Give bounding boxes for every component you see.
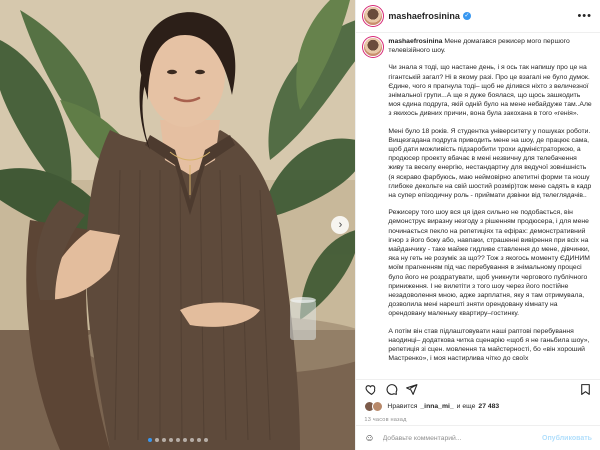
comment-input[interactable] <box>380 433 542 443</box>
caption-paragraph: Режисеру того шоу вся ця ідея сильно не … <box>388 208 592 318</box>
verified-badge-icon: ✓ <box>462 12 471 20</box>
avatar <box>372 400 384 412</box>
likes-count[interactable]: 27 483 <box>478 403 499 410</box>
instagram-post: › mashaefrosinina ✓ ••• mashaefrosinina … <box>0 0 600 450</box>
caption-paragraph: mashaefrosinina Мене домагався режисер м… <box>388 37 592 55</box>
post-side-panel: mashaefrosinina ✓ ••• mashaefrosinina Ме… <box>355 0 600 450</box>
post-photo[interactable]: › <box>0 0 356 450</box>
carousel-dot[interactable] <box>168 438 173 442</box>
comment-bar: ☺ Опубликовать <box>356 425 600 450</box>
caption-paragraph: Чи знала я тоді, що настане день, і я ос… <box>388 63 592 118</box>
post-timestamp[interactable]: 13 часов назад <box>364 417 406 423</box>
caption-paragraph-text: Мені було 18 років. Я студентка універси… <box>388 127 594 200</box>
share-button[interactable] <box>404 382 418 396</box>
liker-username[interactable]: _inna_mi_ <box>420 403 453 410</box>
caption-username[interactable]: mashaefrosinina <box>388 38 442 45</box>
post-header: mashaefrosinina ✓ ••• <box>356 0 600 33</box>
caption-paragraph-text: А потім він став підлаштовувати наші рап… <box>388 327 592 363</box>
caption-avatar[interactable] <box>364 38 383 56</box>
caption-paragraph-text: Чи знала я тоді, що настане день, і я ос… <box>388 64 594 118</box>
send-icon <box>405 383 418 395</box>
caption-text: mashaefrosinina Мене домагався режисер м… <box>388 36 592 372</box>
bookmark-icon <box>580 383 590 395</box>
avatar[interactable] <box>364 7 383 25</box>
carousel-dot[interactable] <box>189 438 194 442</box>
author-username[interactable]: mashaefrosinina <box>388 11 460 21</box>
carousel-dot[interactable] <box>182 438 187 442</box>
more-options-button[interactable]: ••• <box>577 10 592 22</box>
comment-button[interactable] <box>384 382 398 396</box>
carousel-dot[interactable] <box>196 438 201 442</box>
likes-summary: Нравится _inna_mi_ и еще 27 483 <box>364 400 592 412</box>
caption-block: mashaefrosinina Мене домагався режисер м… <box>364 36 592 372</box>
caption-scroll-area[interactable]: mashaefrosinina Мене домагався режисер м… <box>356 36 600 380</box>
carousel-dot[interactable] <box>161 438 166 442</box>
emoji-icon[interactable]: ☺ <box>364 433 374 444</box>
heart-icon <box>365 384 376 395</box>
publish-button[interactable]: Опубликовать <box>542 435 592 442</box>
caption-paragraph: А потім він став підлаштовувати наші рап… <box>388 327 592 364</box>
liker-avatars <box>364 400 384 412</box>
carousel-dot[interactable] <box>154 438 159 442</box>
action-bar <box>356 379 600 398</box>
likes-connector: и еще <box>456 402 476 410</box>
caption-paragraph: Мені було 18 років. Я студентка універси… <box>388 127 592 201</box>
chevron-right-icon: › <box>338 219 343 231</box>
carousel-dot[interactable] <box>147 438 152 442</box>
carousel-dot[interactable] <box>203 438 208 442</box>
photo-illustration <box>0 0 356 450</box>
like-button[interactable] <box>364 382 378 396</box>
save-button[interactable] <box>578 382 592 396</box>
carousel-dot[interactable] <box>175 438 180 442</box>
likes-prefix: Нравится <box>387 402 418 410</box>
comment-icon <box>386 383 398 395</box>
carousel-dots <box>0 438 355 442</box>
caption-paragraph-text: Режисеру того шоу вся ця ідея сильно не … <box>388 209 592 318</box>
